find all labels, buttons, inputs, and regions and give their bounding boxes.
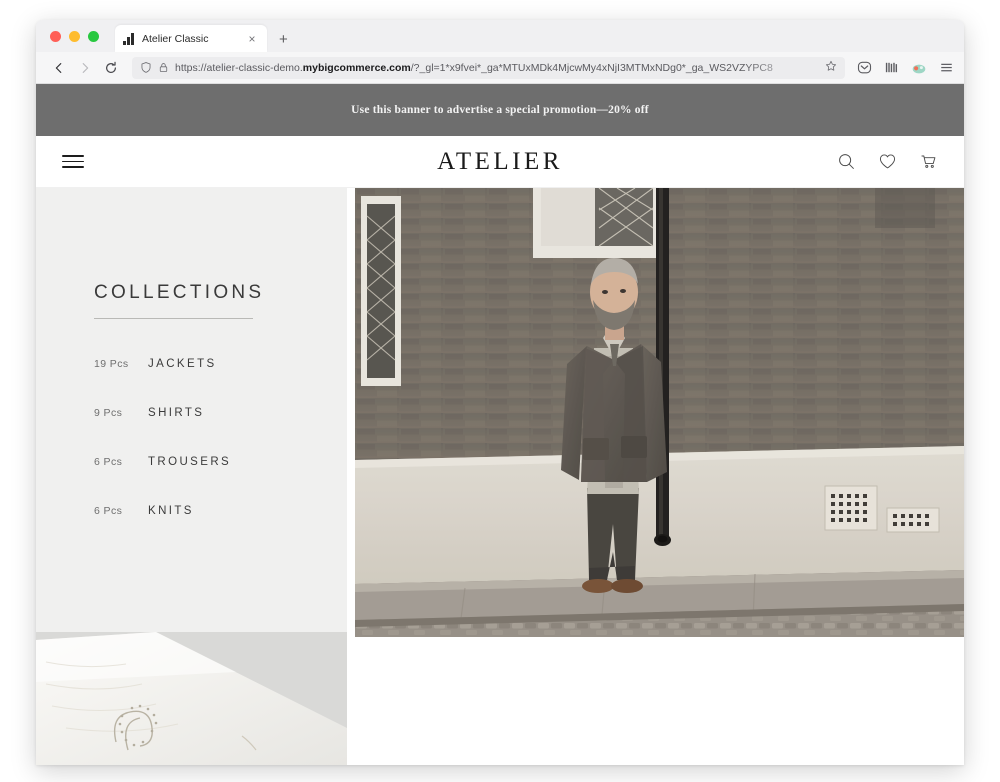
url-path: /?_gl=1*x9fvei*_ga*MTUxMDk4MjcwMy4xNjI3M…	[410, 61, 773, 74]
collection-name[interactable]: SHIRTS	[148, 407, 204, 419]
wishlist-heart-icon[interactable]	[878, 152, 897, 171]
collections-sidebar: COLLECTIONS 19 Pcs JACKETS 9 Pcs SHIRTS …	[36, 188, 347, 632]
star-icon[interactable]	[825, 60, 837, 75]
reload-icon[interactable]	[98, 57, 124, 79]
title-divider	[94, 318, 253, 319]
maximize-window-button[interactable]	[88, 30, 99, 42]
promo-banner[interactable]: Use this banner to advertise a special p…	[36, 84, 964, 136]
browser-tab[interactable]: Atelier Classic ×	[115, 25, 267, 52]
account-avatar-icon[interactable]	[911, 60, 927, 76]
pocket-icon[interactable]	[857, 60, 872, 75]
list-item[interactable]: 6 Pcs TROUSERS	[94, 456, 334, 505]
url-domain: mybigcommerce.com	[302, 61, 411, 74]
url-subdomain: atelier-classic-demo.	[206, 61, 303, 74]
site-logo[interactable]: ATELIER	[36, 148, 964, 176]
search-icon[interactable]	[837, 152, 856, 171]
page-content: COLLECTIONS 19 Pcs JACKETS 9 Pcs SHIRTS …	[36, 188, 964, 765]
close-window-button[interactable]	[50, 30, 61, 42]
minimize-window-button[interactable]	[69, 30, 80, 42]
toolbar-icons	[853, 60, 954, 76]
lock-icon	[159, 63, 168, 73]
collection-count: 6 Pcs	[94, 505, 123, 517]
back-icon[interactable]	[46, 57, 72, 79]
collection-name[interactable]: KNITS	[148, 505, 194, 517]
address-bar[interactable]: https://atelier-classic-demo.mybigcommer…	[132, 56, 845, 79]
tab-strip: Atelier Classic × +	[36, 20, 964, 52]
collection-name[interactable]: JACKETS	[148, 358, 217, 370]
site-header: ATELIER	[36, 136, 964, 188]
library-icon[interactable]	[884, 60, 899, 75]
browser-window: Atelier Classic × + https://atelier-clas…	[36, 20, 964, 765]
window-controls[interactable]	[46, 20, 109, 52]
new-tab-button[interactable]: +	[279, 32, 288, 47]
collection-name[interactable]: TROUSERS	[148, 456, 231, 468]
app-menu-icon[interactable]	[939, 60, 954, 75]
hero-image-graphic	[355, 188, 964, 637]
collection-count: 9 Pcs	[94, 407, 123, 419]
navigation-toolbar: https://atelier-classic-demo.mybigcommer…	[36, 52, 964, 84]
bar-chart-favicon	[123, 32, 135, 45]
hamburger-menu-icon[interactable]	[62, 155, 84, 168]
url-scheme: https://	[175, 61, 207, 74]
list-item[interactable]: 9 Pcs SHIRTS	[94, 407, 334, 456]
shopping-cart-icon[interactable]	[919, 152, 938, 171]
fabric-image[interactable]	[36, 632, 347, 765]
shield-icon	[141, 62, 151, 73]
forward-icon[interactable]	[72, 57, 98, 79]
collection-list: 19 Pcs JACKETS 9 Pcs SHIRTS 6 Pcs TROUSE…	[94, 358, 334, 554]
fabric-image-graphic	[36, 632, 347, 765]
collection-count: 6 Pcs	[94, 456, 123, 468]
close-icon[interactable]: ×	[245, 33, 259, 45]
page-title: COLLECTIONS	[94, 282, 265, 303]
list-item[interactable]: 19 Pcs JACKETS	[94, 358, 334, 407]
list-item[interactable]: 6 Pcs KNITS	[94, 505, 334, 554]
collection-count: 19 Pcs	[94, 358, 129, 370]
url-text[interactable]: https://atelier-classic-demo.mybigcommer…	[175, 62, 819, 74]
promo-banner-text: Use this banner to advertise a special p…	[351, 104, 649, 116]
hero-image[interactable]	[355, 188, 964, 637]
header-icon-group	[837, 152, 938, 171]
page-viewport: Use this banner to advertise a special p…	[36, 84, 964, 765]
tab-title: Atelier Classic	[142, 32, 209, 45]
